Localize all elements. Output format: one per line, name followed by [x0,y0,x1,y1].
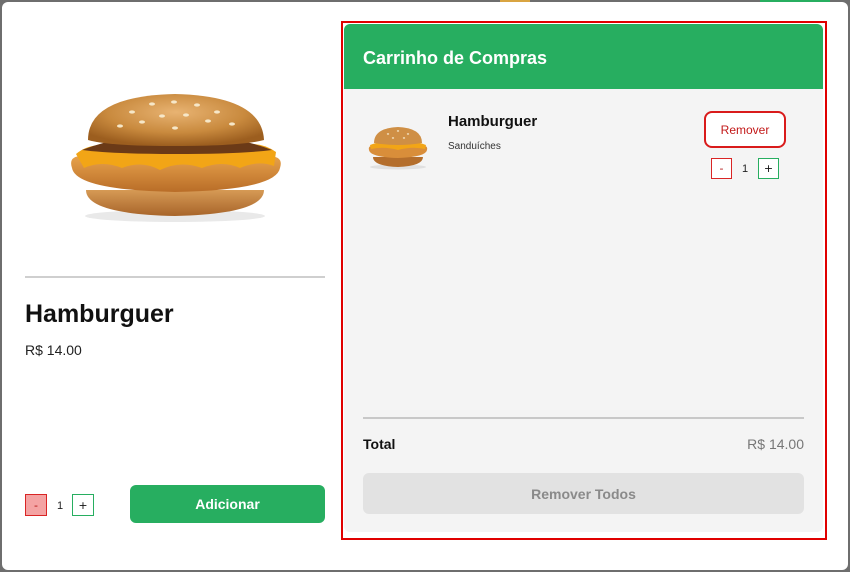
cart-item-name: Hamburguer [448,113,538,130]
remove-item-button[interactable]: Remover [704,111,786,148]
cart-item-category: Sanduíches [448,141,501,152]
cart-item-image [368,127,428,170]
cart-item-quantity: 1 [742,163,749,175]
cart-item-decrement-button[interactable]: - [711,158,732,179]
cart-title: Carrinho de Compras [363,48,548,68]
cart-panel: Carrinho de Compras Hamburguer Sanduíche… [344,24,823,532]
add-to-cart-button[interactable]: Adicionar [130,485,325,523]
cart-item-increment-button[interactable]: + [758,158,779,179]
hamburger-image [71,94,281,222]
remove-all-button[interactable]: Remover Todos [363,473,804,514]
cart-header: Carrinho de Compras [344,24,823,89]
product-quantity: 1 [57,500,64,512]
product-decrement-button[interactable]: - [25,494,47,516]
cart-divider [363,417,804,419]
total-value: R$ 14.00 [747,436,804,452]
total-label: Total [363,436,396,452]
product-divider [25,276,325,278]
product-increment-button[interactable]: + [72,494,94,516]
product-price: R$ 14.00 [25,342,82,358]
product-name: Hamburguer [25,300,174,328]
